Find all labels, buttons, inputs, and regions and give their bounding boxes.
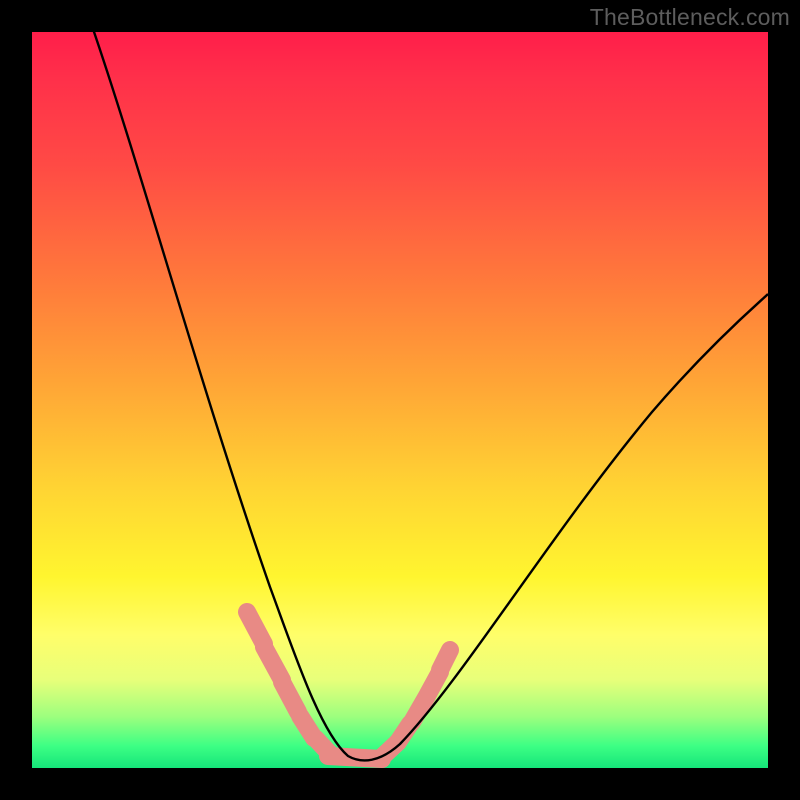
curve-layer <box>32 32 768 768</box>
plot-area <box>32 32 768 768</box>
pink-confidence-band <box>247 612 450 759</box>
black-curve <box>92 26 768 760</box>
chart-frame: TheBottleneck.com <box>0 0 800 800</box>
watermark-text: TheBottleneck.com <box>590 4 790 31</box>
